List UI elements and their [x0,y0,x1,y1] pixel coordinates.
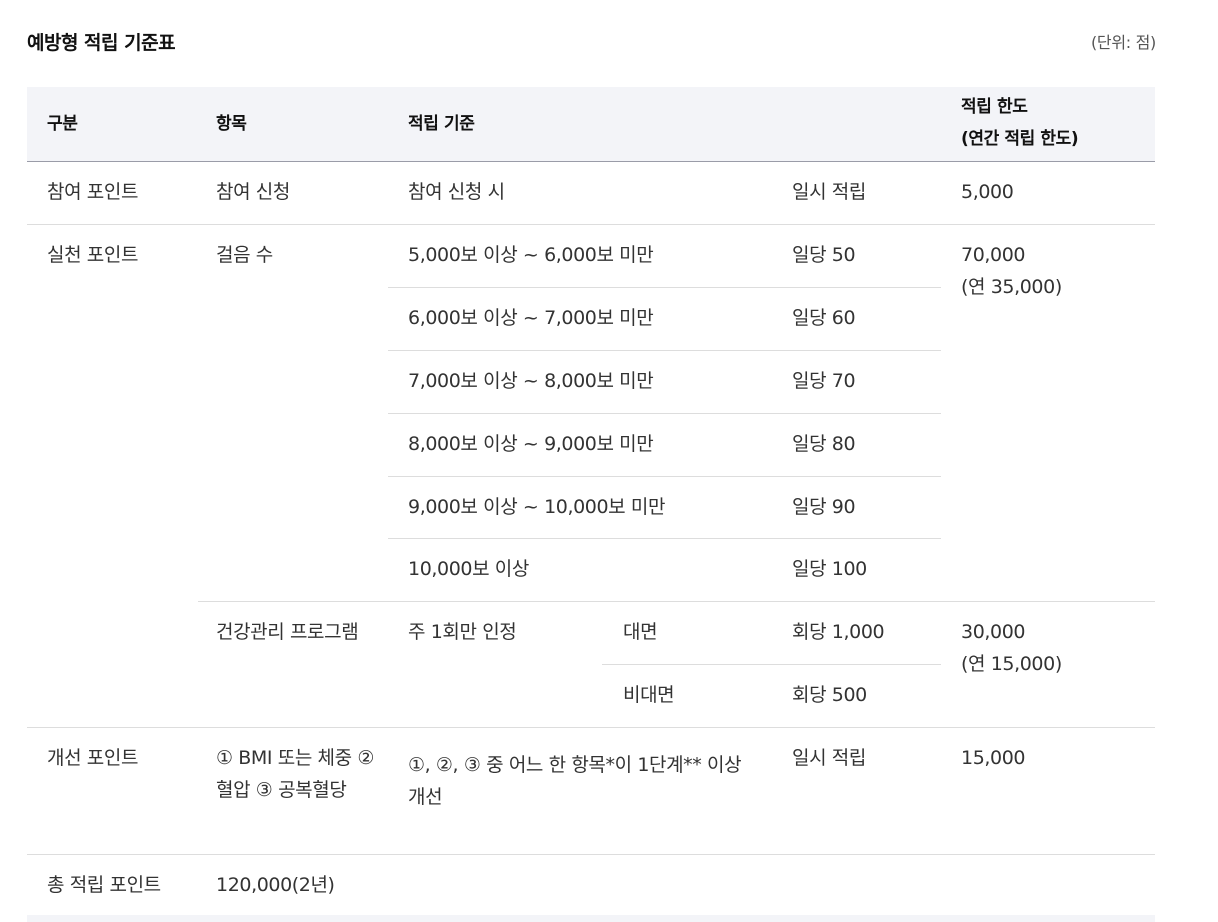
program-criteria: 주 1회만 인정 [408,621,517,643]
participation-criteria: 참여 신청 시 [408,181,505,203]
header-limit-line2: (연간 적립 한도) [961,129,1079,149]
row-divider [27,224,1155,225]
steps-tier-criteria: 5,000보 이상 ~ 6,000보 미만 [408,244,654,266]
program-type: 비대면 [623,684,675,706]
header-limit-line1: 적립 한도 [961,97,1028,117]
header-limit: 적립 한도 (연간 적립 한도) [961,91,1079,155]
tier-divider [388,287,941,288]
total-category: 총 적립 포인트 [47,874,161,896]
steps-tier-points: 일당 100 [792,558,867,580]
participation-category: 참여 포인트 [47,181,139,203]
participation-points: 일시 적립 [792,181,866,203]
steps-item: 걸음 수 [216,244,273,266]
steps-tier-criteria: 7,000보 이상 ~ 8,000보 미만 [408,370,654,392]
tier-divider [388,538,941,539]
participation-item: 참여 신청 [216,181,290,203]
steps-tier-points: 일당 70 [792,370,856,392]
type-divider [602,664,941,665]
steps-tier-points: 일당 90 [792,496,856,518]
program-limit-line2: (연 15,000) [961,653,1062,675]
program-item: 건강관리 프로그램 [216,621,359,643]
steps-tier-points: 일당 50 [792,244,856,266]
improvement-item: ① BMI 또는 체중 ② 혈압 ③ 공복혈당 [216,747,374,801]
program-limit-line1: 30,000 [961,621,1026,643]
row-divider [27,727,1155,728]
program-type: 대면 [623,621,658,643]
header-item: 항목 [216,114,247,134]
page-title: 예방형 적립 기준표 [27,32,176,54]
program-type-points: 회당 500 [792,684,867,706]
header-criteria: 적립 기준 [408,114,475,134]
steps-tier-criteria: 6,000보 이상 ~ 7,000보 미만 [408,307,654,329]
subrow-divider [198,601,1155,602]
steps-limit-line1: 70,000 [961,244,1026,266]
steps-limit-line2: (연 35,000) [961,276,1062,298]
program-type-points: 회당 1,000 [792,621,885,643]
tier-divider [388,413,941,414]
unit-note: (단위: 점) [1090,33,1156,52]
header-category: 구분 [47,114,78,134]
improvement-category: 개선 포인트 [47,747,139,769]
points-table: 구분 항목 적립 기준 적립 한도 (연간 적립 한도) 참여 포인트 참여 신… [27,87,1155,922]
table-footer [27,915,1155,922]
steps-tier-criteria: 8,000보 이상 ~ 9,000보 미만 [408,433,654,455]
tier-divider [388,476,941,477]
total-value: 120,000(2년) [216,874,335,896]
steps-tier-criteria: 9,000보 이상 ~ 10,000보 미만 [408,496,666,518]
steps-tier-criteria: 10,000보 이상 [408,558,529,580]
improvement-points: 일시 적립 [792,747,866,769]
program-limit: 30,000 (연 15,000) [961,616,1062,680]
steps-tier-points: 일당 60 [792,307,856,329]
steps-limit: 70,000 (연 35,000) [961,239,1062,303]
tier-divider [388,350,941,351]
practice-category: 실천 포인트 [47,244,139,266]
steps-tier-points: 일당 80 [792,433,856,455]
improvement-criteria: ①, ②, ③ 중 어느 한 항목*이 1단계** 이상 개선 [408,754,742,808]
improvement-limit: 15,000 [961,747,1026,769]
participation-limit: 5,000 [961,181,1014,203]
row-divider [27,854,1155,855]
